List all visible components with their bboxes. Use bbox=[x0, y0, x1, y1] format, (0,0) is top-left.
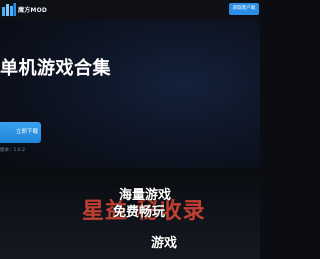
feature-line-2: 免费畅玩 bbox=[113, 205, 166, 220]
top-navbar: 魔方MOD 获取客户端 bbox=[0, 0, 260, 20]
download-button[interactable]: 立即下载 bbox=[0, 122, 41, 143]
logo-text[interactable]: 魔方MOD bbox=[18, 5, 47, 14]
hero-title: 单机游戏合集 bbox=[0, 58, 111, 79]
get-client-button[interactable]: 获取客户端 bbox=[229, 3, 259, 15]
logo-icon bbox=[2, 3, 16, 16]
version-text: 版本：1.0.2 bbox=[0, 148, 25, 153]
feature-line-3: 游戏 bbox=[151, 236, 178, 251]
hero-section bbox=[0, 20, 260, 180]
